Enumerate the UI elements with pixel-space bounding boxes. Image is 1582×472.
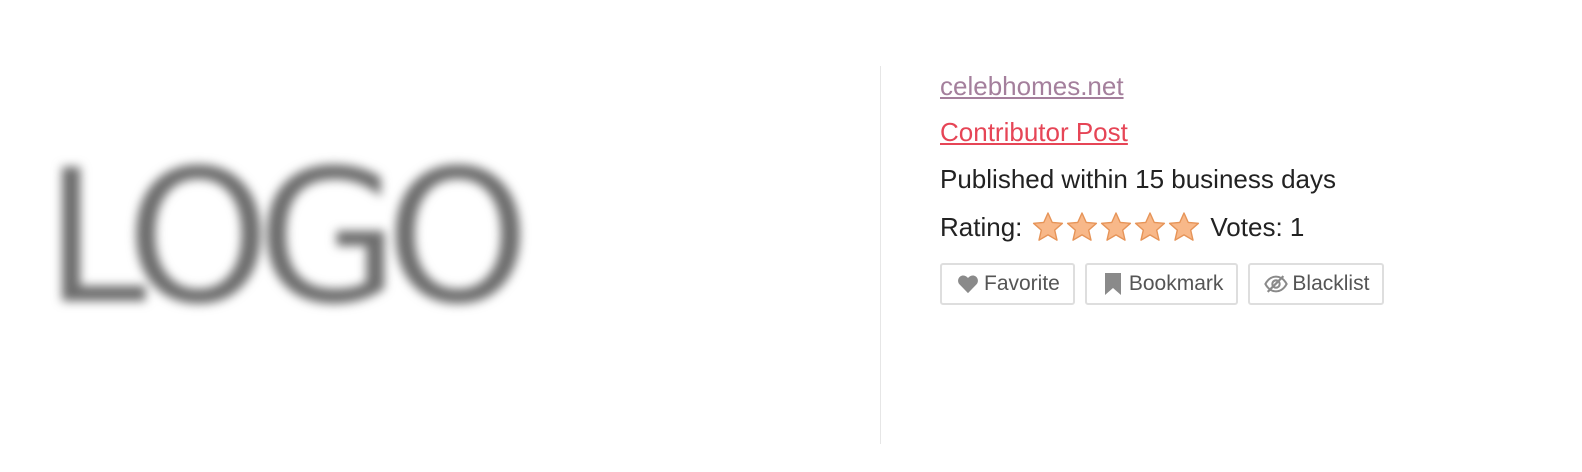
- logo-area: LOGO: [0, 0, 880, 472]
- favorite-button[interactable]: Favorite: [940, 263, 1075, 305]
- publish-time: Published within 15 business days: [940, 164, 1337, 194]
- heart-icon: [956, 272, 980, 296]
- bookmark-button[interactable]: Bookmark: [1084, 263, 1239, 305]
- rating-label: Rating:: [940, 212, 1023, 242]
- logo-image: LOGO: [44, 131, 530, 345]
- blacklist-button[interactable]: Blacklist: [1248, 263, 1385, 305]
- blacklist-label: Blacklist: [1292, 272, 1370, 295]
- favorite-label: Favorite: [984, 272, 1060, 295]
- star-icon[interactable]: [1134, 211, 1166, 243]
- star-icon[interactable]: [1032, 211, 1064, 243]
- rating-row: Rating: Votes: 1: [940, 210, 1560, 244]
- star-icon[interactable]: [1066, 211, 1098, 243]
- votes-count: Votes: 1: [1210, 212, 1305, 242]
- star-icon[interactable]: [1100, 211, 1132, 243]
- star-icon[interactable]: [1168, 211, 1200, 243]
- action-buttons: Favorite Bookmark Blacklist: [940, 263, 1560, 305]
- site-link[interactable]: celebhomes.net: [940, 70, 1560, 102]
- listing-info: celebhomes.net Contributor Post Publishe…: [940, 70, 1560, 305]
- post-type-link[interactable]: Contributor Post: [940, 116, 1560, 148]
- rating-stars[interactable]: [1032, 211, 1202, 243]
- bookmark-label: Bookmark: [1128, 272, 1224, 295]
- bookmark-icon: [1101, 272, 1125, 296]
- eye-slash-icon: [1264, 272, 1289, 296]
- vertical-divider: [880, 66, 881, 444]
